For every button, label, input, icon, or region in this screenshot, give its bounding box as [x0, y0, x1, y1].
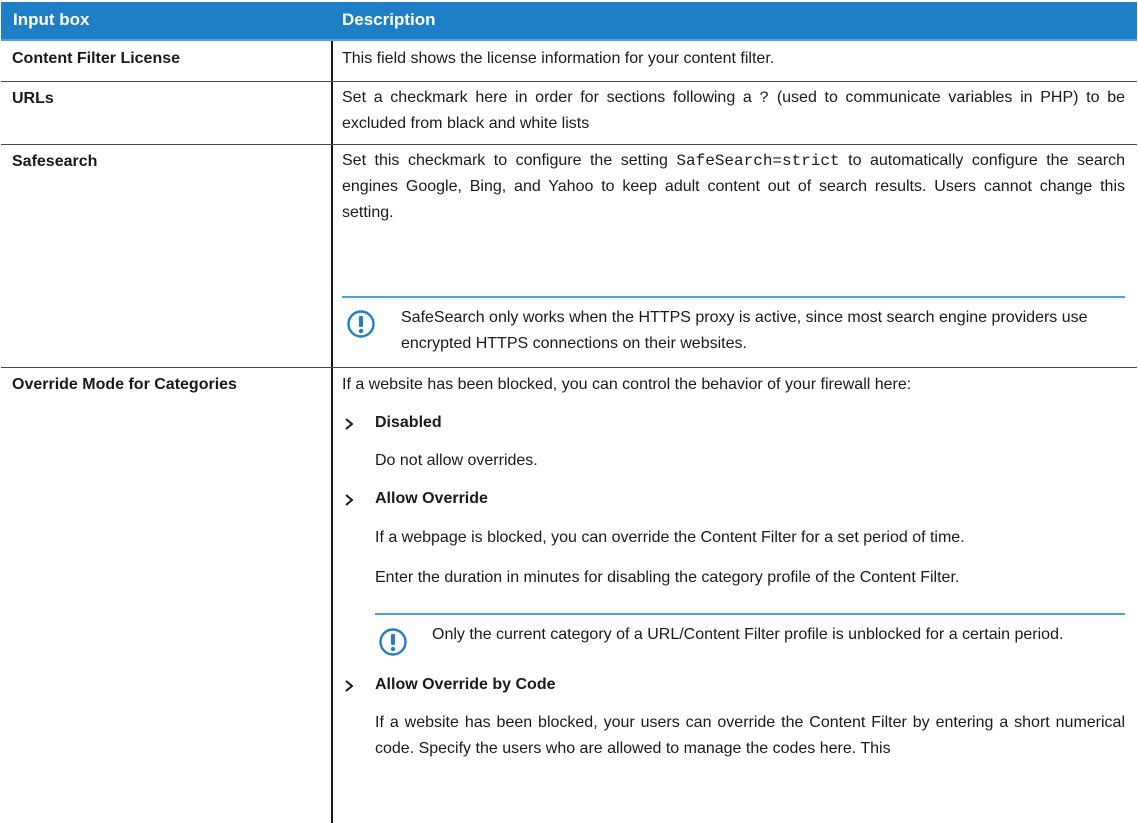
column-divider: [331, 41, 333, 823]
note-rule: [375, 613, 1125, 615]
info-exclamation-icon: [346, 309, 376, 339]
label-urls: URLs: [12, 90, 54, 107]
option-allow-override-text2: Enter the duration in minutes for disabl…: [375, 569, 960, 586]
desc-content-filter-license: This field shows the license information…: [342, 50, 775, 67]
option-allow-override-code-title: Allow Override by Code: [375, 676, 556, 693]
header-description: Description: [342, 10, 436, 29]
code-safesearch-strict: SafeSearch=strict: [676, 152, 840, 170]
desc-override-intro: If a website has been blocked, you can c…: [342, 376, 912, 393]
row-divider: [1, 81, 1137, 82]
option-allow-override-code-text: If a website has been blocked, your user…: [375, 714, 1125, 757]
label-content-filter-license: Content Filter License: [12, 50, 181, 67]
chevron-right-icon: [342, 492, 356, 513]
code-question-mark: ?: [759, 89, 770, 107]
info-exclamation-icon: [378, 627, 408, 657]
note-safesearch: SafeSearch only works when the HTTPS pro…: [401, 309, 1088, 352]
desc-safesearch: Set this checkmark to configure the sett…: [342, 152, 1126, 221]
note-allow-override: Only the current category of a URL/Conte…: [432, 626, 1064, 643]
option-allow-override-title: Allow Override: [375, 490, 488, 507]
note-rule: [342, 296, 1125, 298]
option-disabled-title: Disabled: [375, 414, 442, 431]
label-override-mode: Override Mode for Categories: [12, 376, 237, 393]
chevron-right-icon: [342, 416, 356, 437]
row-divider: [1, 144, 1137, 145]
chevron-right-icon: [342, 678, 356, 699]
option-allow-override-text: If a webpage is blocked, you can overrid…: [375, 529, 965, 546]
header-input-box: Input box: [13, 10, 90, 29]
parameter-table: Input box Description Content Filter Lic…: [1, 2, 1137, 823]
option-disabled-text: Do not allow overrides.: [375, 452, 538, 469]
table-header: Input box Description: [1, 2, 1137, 41]
row-divider: [1, 367, 1137, 368]
label-safesearch: Safesearch: [12, 153, 98, 170]
desc-urls: Set a checkmark here in order for sectio…: [342, 89, 1125, 132]
